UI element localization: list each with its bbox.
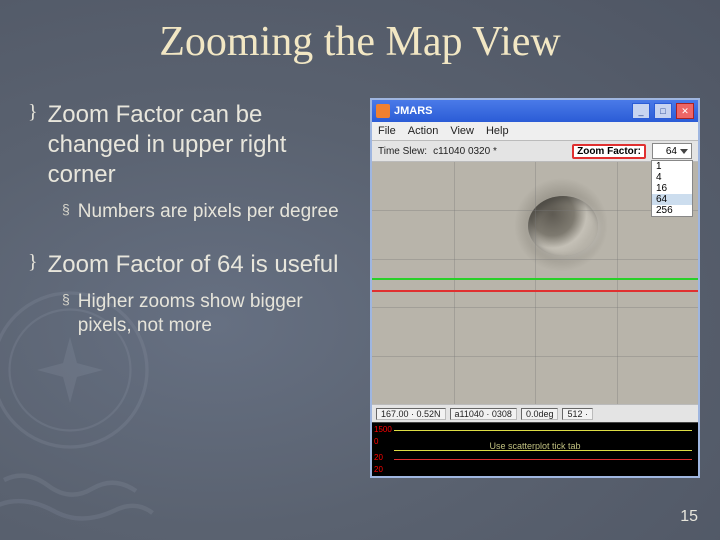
map-view[interactable] (372, 162, 698, 404)
menu-action[interactable]: Action (408, 125, 439, 137)
bullet-l1-mark: } (28, 100, 38, 124)
titlebar[interactable]: JMARS _ □ ✕ (372, 100, 698, 122)
terrain-layer (372, 162, 698, 404)
slide-title: Zooming the Map View (0, 18, 720, 66)
profile-line-yellow (394, 430, 692, 431)
profile-panel: 1500 0 20 20 Use scatterplot tick tab (372, 422, 698, 476)
bullet-2: } Zoom Factor of 64 is useful (28, 250, 348, 280)
zoom-factor-value: 64 (666, 146, 677, 157)
bullet-list: } Zoom Factor can be changed in upper ri… (28, 100, 348, 363)
zoom-factor-select[interactable]: 64 1 4 16 64 256 (652, 143, 692, 159)
status-angle: 0.0deg (521, 408, 559, 420)
menu-view[interactable]: View (450, 125, 474, 137)
profile-label: Use scatterplot tick tab (372, 441, 698, 451)
chevron-down-icon (680, 149, 688, 154)
zoom-factor-label: Zoom Factor: (572, 144, 646, 159)
status-res: 512 · (562, 408, 593, 420)
overlay-line-green (372, 278, 698, 280)
status-coords: 167.00 · 0.52N (376, 408, 446, 420)
app-title: JMARS (394, 105, 628, 117)
time-slew-label: Time Slew: (378, 146, 427, 157)
zoom-option[interactable]: 1 (652, 161, 692, 172)
status-bar: 167.00 · 0.52N a11040 · 0308 0.0deg 512 … (372, 404, 698, 422)
bullet-l2-mark: § (62, 290, 70, 308)
bullet-1-sub: § Numbers are pixels per degree (62, 200, 348, 224)
app-icon (376, 104, 390, 118)
zoom-option[interactable]: 4 (652, 172, 692, 183)
close-button[interactable]: ✕ (676, 103, 694, 119)
status-orbit: a11040 · 0308 (450, 408, 517, 420)
zoom-option[interactable]: 16 (652, 183, 692, 194)
bullet-1: } Zoom Factor can be changed in upper ri… (28, 100, 348, 190)
bullet-l2-mark: § (62, 200, 70, 218)
profile-line-red (394, 459, 692, 460)
bullet-2-sub: § Higher zooms show bigger pixels, not m… (62, 290, 348, 338)
time-slew-value: c11040 0320 * (433, 146, 497, 157)
profile-r1: 1500 (374, 425, 392, 434)
page-number: 15 (680, 508, 698, 526)
overlay-line-red (372, 290, 698, 292)
bullet-2-text: Zoom Factor of 64 is useful (48, 250, 339, 280)
slide: Zooming the Map View } Zoom Factor can b… (0, 0, 720, 540)
toolbar: Time Slew: c11040 0320 * Zoom Factor: 64… (372, 140, 698, 162)
zoom-option[interactable]: 64 (652, 194, 692, 205)
bullet-1-sub-text: Numbers are pixels per degree (78, 200, 339, 224)
zoom-option[interactable]: 256 (652, 205, 692, 216)
profile-r4: 20 (374, 465, 383, 474)
maximize-button[interactable]: □ (654, 103, 672, 119)
app-window: JMARS _ □ ✕ File Action View Help Time S… (370, 98, 700, 478)
minimize-button[interactable]: _ (632, 103, 650, 119)
crater-feature (528, 196, 598, 256)
bullet-2-sub-text: Higher zooms show bigger pixels, not mor… (78, 290, 348, 338)
zoom-dropdown: 1 4 16 64 256 (651, 160, 693, 217)
profile-r3: 20 (374, 453, 383, 462)
menu-help[interactable]: Help (486, 125, 509, 137)
bullet-1-text: Zoom Factor can be changed in upper righ… (48, 100, 348, 190)
menu-file[interactable]: File (378, 125, 396, 137)
menubar: File Action View Help (372, 122, 698, 140)
bullet-l1-mark: } (28, 250, 38, 274)
